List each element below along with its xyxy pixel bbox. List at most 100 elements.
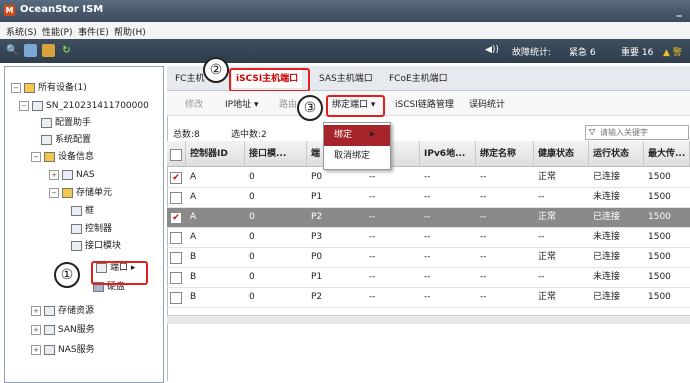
iscsi-link-button[interactable]: iSCSI链路管理 bbox=[395, 97, 454, 110]
tree-interface-module[interactable]: 接口模块 bbox=[71, 239, 121, 254]
minimize-button[interactable]: _ bbox=[677, 4, 683, 17]
menu-performance[interactable]: 性能(P) bbox=[42, 25, 72, 38]
cell-health: -- bbox=[538, 232, 545, 242]
collapse-icon[interactable]: − bbox=[11, 82, 21, 93]
collapse-icon[interactable]: − bbox=[49, 187, 59, 198]
assistant-icon bbox=[41, 117, 52, 128]
table-row[interactable]: B 0 P2 -- -- -- 正常 已连接 1500 bbox=[167, 288, 690, 308]
table-row[interactable]: ✔ A 0 P0 -- -- -- 正常 已连接 1500 bbox=[167, 168, 690, 188]
menu-bar: 系统(S) 性能(P) 事件(E) 帮助(H) bbox=[0, 22, 690, 40]
table-row[interactable]: A 0 P1 -- -- -- -- 未连接 1500 bbox=[167, 188, 690, 208]
cell-ipv6: -- bbox=[424, 192, 431, 202]
row-checkbox[interactable]: ✔ bbox=[170, 212, 182, 224]
cell-port: P0 bbox=[311, 252, 323, 262]
table-row[interactable]: B 0 P1 -- -- -- -- 未连接 1500 bbox=[167, 268, 690, 288]
folder-icon bbox=[62, 187, 73, 198]
tab-sas[interactable]: SAS主机端口 bbox=[315, 70, 377, 88]
warning-count[interactable]: ▲ 警 bbox=[663, 45, 682, 58]
tab-fcoe[interactable]: FCoE主机端口 bbox=[385, 70, 452, 88]
header-interface-module[interactable]: 接口模... bbox=[245, 141, 307, 167]
header-select-all[interactable] bbox=[167, 141, 186, 167]
tree-storage-resources[interactable]: + 存储资源 bbox=[31, 304, 94, 319]
cell-ipv6: -- bbox=[424, 272, 431, 282]
expand-icon[interactable]: + bbox=[31, 305, 41, 316]
table-row[interactable]: ✔ A 0 P2 -- -- -- 正常 已连接 1500 bbox=[167, 208, 690, 228]
cell-interface-module: 0 bbox=[249, 192, 255, 202]
cell-max-trans: 1500 bbox=[648, 172, 671, 182]
cell-max-trans: 1500 bbox=[648, 272, 671, 282]
tree-storage-unit[interactable]: − 存储单元 bbox=[49, 186, 112, 201]
tree-device[interactable]: − SN_210231411700000 bbox=[19, 99, 149, 114]
select-all-checkbox[interactable] bbox=[170, 149, 182, 161]
table-row[interactable]: B 0 P0 -- -- -- 正常 已连接 1500 bbox=[167, 248, 690, 268]
search-input[interactable] bbox=[600, 126, 686, 138]
menu-event[interactable]: 事件(E) bbox=[78, 25, 109, 38]
tree-nas[interactable]: + NAS bbox=[49, 168, 95, 183]
header-max-trans[interactable]: 最大传... bbox=[644, 141, 690, 167]
tab-highlight bbox=[229, 68, 310, 92]
cell-controller-id: B bbox=[190, 252, 197, 262]
header-bind-name[interactable]: 绑定名称 bbox=[476, 141, 534, 167]
cell-max-trans: 1500 bbox=[648, 192, 671, 202]
row-checkbox[interactable] bbox=[170, 232, 182, 244]
cell-port: P1 bbox=[311, 272, 323, 282]
tree-frame[interactable]: 框 bbox=[71, 204, 94, 219]
cell-running: 未连接 bbox=[593, 232, 621, 242]
tree-san-service[interactable]: + SAN服务 bbox=[31, 323, 95, 338]
cell-bind-name: -- bbox=[480, 292, 487, 302]
header-controller-id[interactable]: 控制器ID bbox=[186, 141, 245, 167]
tree-controller[interactable]: 控制器 bbox=[71, 222, 112, 237]
cell-health: 正常 bbox=[538, 252, 557, 262]
action-bar: 修改 IP地址 ▾ 路由 绑定端口 ▾ iSCSI链路管理 误码统计 bbox=[167, 91, 690, 116]
tree-root[interactable]: − 所有设备(1) bbox=[11, 81, 87, 96]
row-checkbox[interactable] bbox=[170, 292, 182, 304]
tree-config-assistant[interactable]: 配置助手 bbox=[41, 116, 91, 131]
row-checkbox[interactable] bbox=[170, 252, 182, 264]
count-bar: 总数:8 选中数:2 ▽ bbox=[167, 123, 690, 140]
search-field[interactable]: ▽ bbox=[585, 125, 689, 140]
folder-icon bbox=[24, 82, 35, 93]
cell-port: P3 bbox=[311, 232, 323, 242]
cell-bind-name: -- bbox=[480, 232, 487, 242]
expand-icon[interactable]: + bbox=[49, 169, 59, 180]
tool-icon[interactable] bbox=[42, 44, 55, 57]
module-icon bbox=[71, 240, 82, 251]
row-checkbox[interactable]: ✔ bbox=[170, 172, 182, 184]
cell-max-trans: 1500 bbox=[648, 292, 671, 302]
cell-interface-module: 0 bbox=[249, 272, 255, 282]
modify-button[interactable]: 修改 bbox=[185, 97, 203, 110]
expand-icon[interactable]: + bbox=[31, 344, 41, 355]
tree-device-info[interactable]: − 设备信息 bbox=[31, 150, 94, 165]
cell-ipv4: -- bbox=[369, 192, 376, 202]
row-checkbox[interactable] bbox=[170, 272, 182, 284]
search-icon[interactable]: 🔍 bbox=[6, 44, 19, 57]
table-splitter[interactable] bbox=[167, 315, 690, 324]
route-button[interactable]: 路由 bbox=[279, 97, 297, 110]
menu-item-unbind[interactable]: 取消绑定 bbox=[324, 146, 390, 167]
refresh-icon[interactable]: ↻ bbox=[60, 44, 73, 57]
ip-address-button[interactable]: IP地址 ▾ bbox=[225, 97, 258, 110]
header-ipv6[interactable]: IPv6地... bbox=[420, 141, 476, 167]
collapse-icon[interactable]: − bbox=[19, 100, 29, 111]
toolbar: 🔍 ↻ ◀)) 故障统计: 紧急 6 重要 16 ▲ 警 bbox=[0, 39, 690, 63]
menu-system[interactable]: 系统(S) bbox=[6, 25, 37, 38]
row-checkbox[interactable] bbox=[170, 192, 182, 204]
total-count: 总数:8 bbox=[173, 130, 200, 140]
sound-icon[interactable]: ◀)) bbox=[485, 45, 499, 55]
menu-help[interactable]: 帮助(H) bbox=[114, 25, 146, 38]
monitor-icon[interactable] bbox=[24, 44, 37, 57]
selected-count: 选中数:2 bbox=[231, 130, 267, 140]
table-row[interactable]: A 0 P3 -- -- -- -- 未连接 1500 bbox=[167, 228, 690, 248]
error-stats-button[interactable]: 误码统计 bbox=[469, 97, 505, 110]
cell-ipv6: -- bbox=[424, 292, 431, 302]
header-running[interactable]: 运行状态 bbox=[589, 141, 644, 167]
tree-nas-service[interactable]: + NAS服务 bbox=[31, 343, 95, 358]
tree-system-config[interactable]: 系统配置 bbox=[41, 133, 91, 148]
cell-running: 未连接 bbox=[593, 192, 621, 202]
header-health[interactable]: 健康状态 bbox=[534, 141, 589, 167]
urgent-count[interactable]: 紧急 6 bbox=[569, 45, 596, 58]
menu-item-bind[interactable]: 绑定 ➤ bbox=[324, 125, 390, 146]
expand-icon[interactable]: + bbox=[31, 324, 41, 335]
collapse-icon[interactable]: − bbox=[31, 151, 41, 162]
major-count[interactable]: 重要 16 bbox=[621, 45, 653, 58]
